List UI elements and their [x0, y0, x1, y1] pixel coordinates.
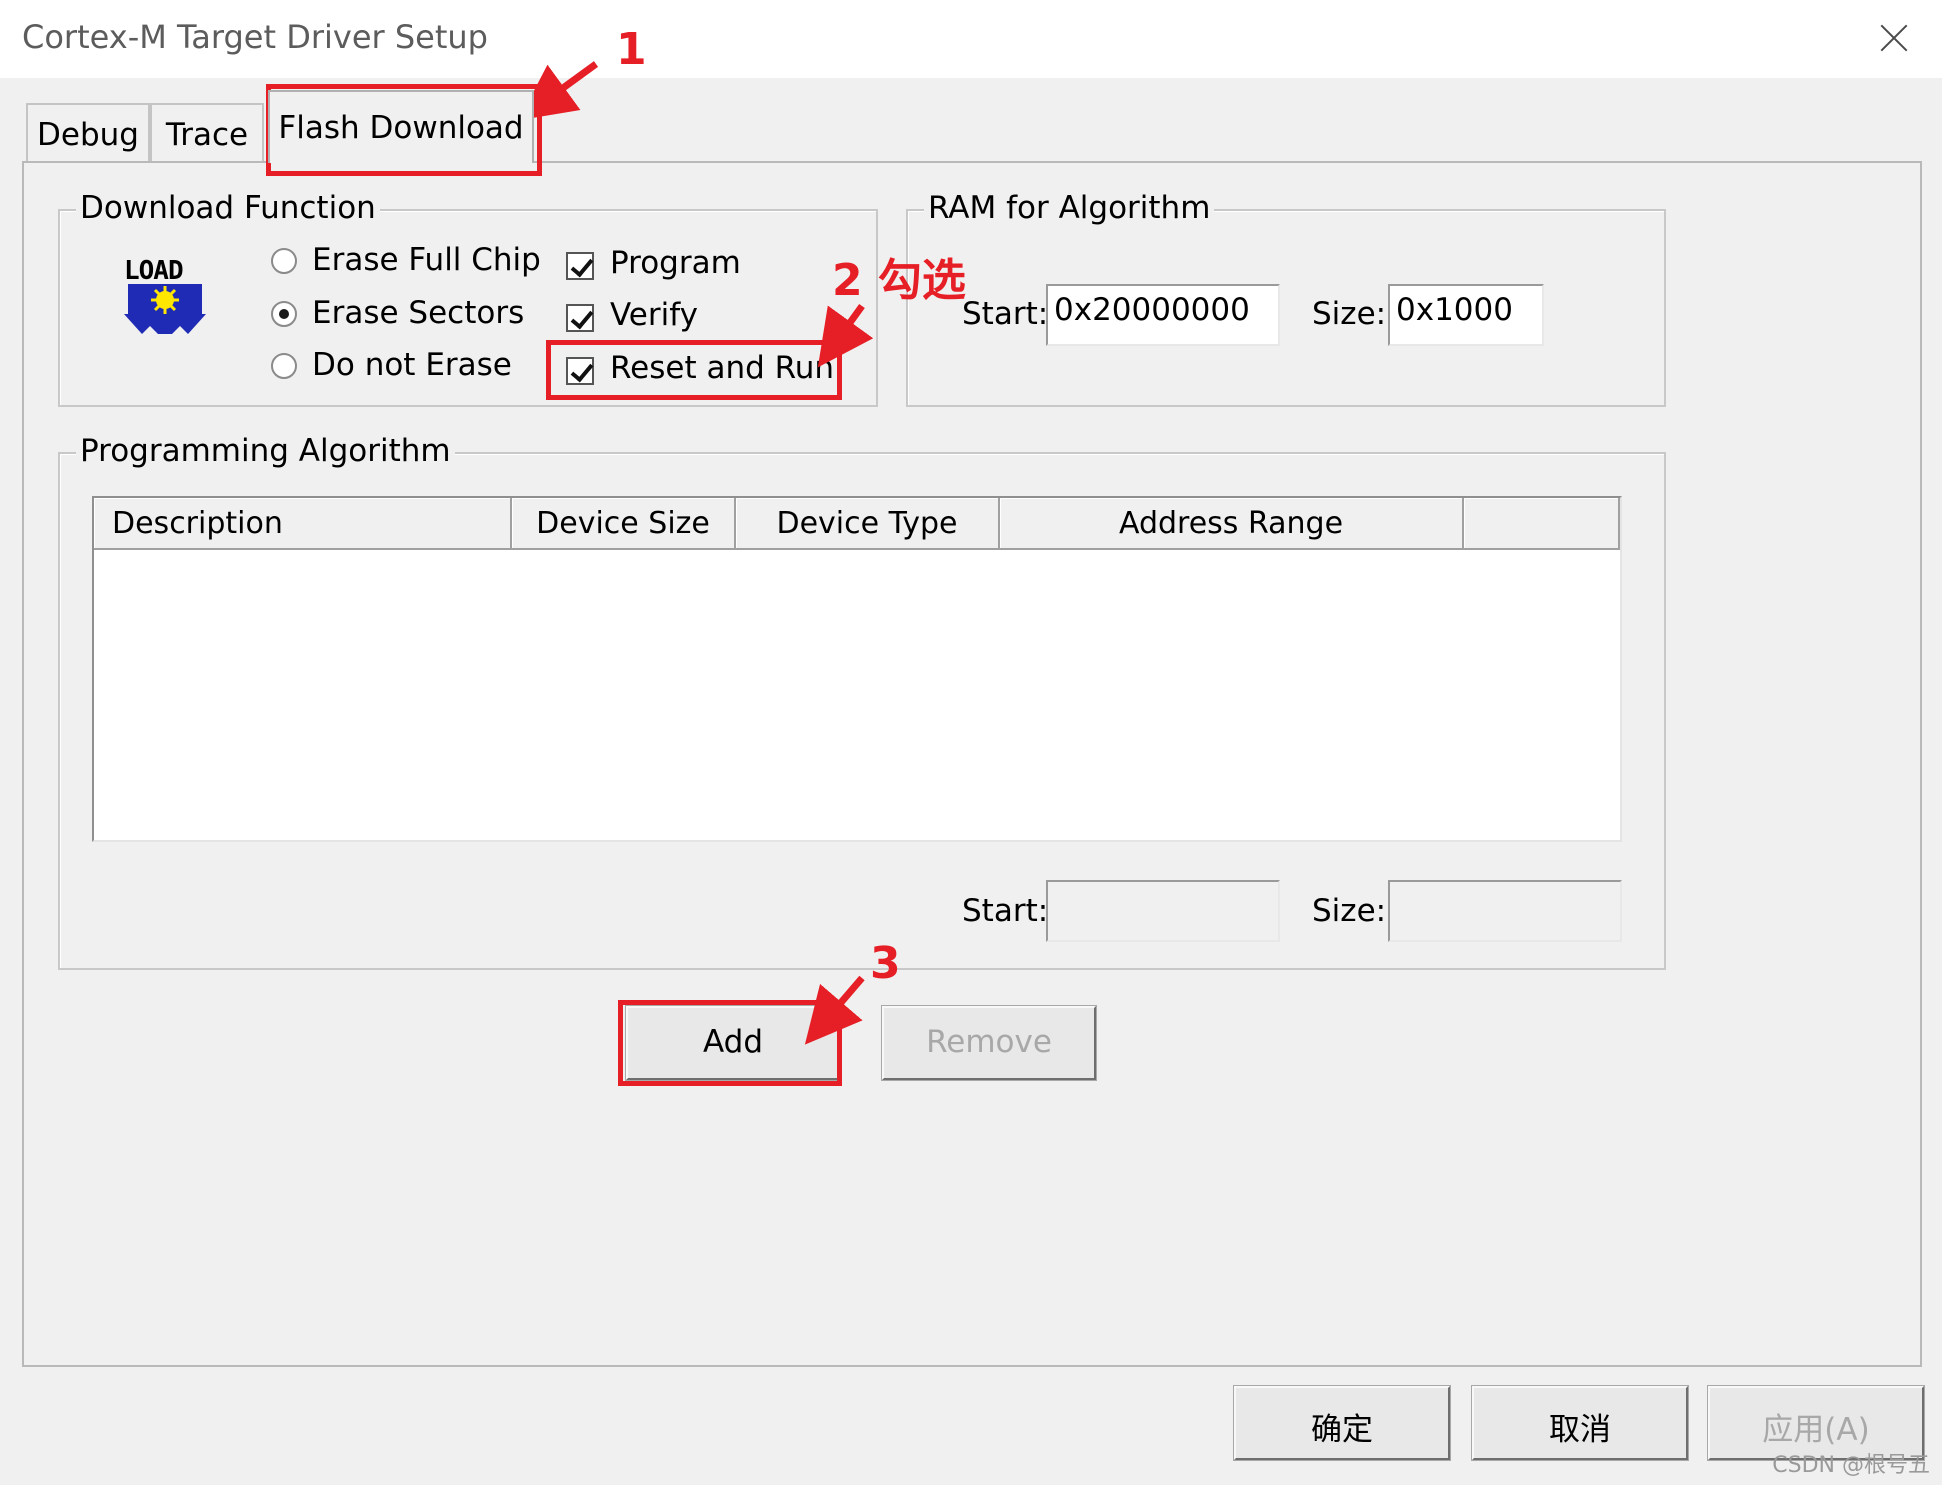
tab-flash-download-label: Flash Download: [278, 110, 524, 146]
tab-flash-download[interactable]: Flash Download: [268, 90, 534, 163]
watermark: CSDN @根号五: [1772, 1453, 1930, 1478]
annotation-arrows-icon: [518, 61, 874, 1045]
